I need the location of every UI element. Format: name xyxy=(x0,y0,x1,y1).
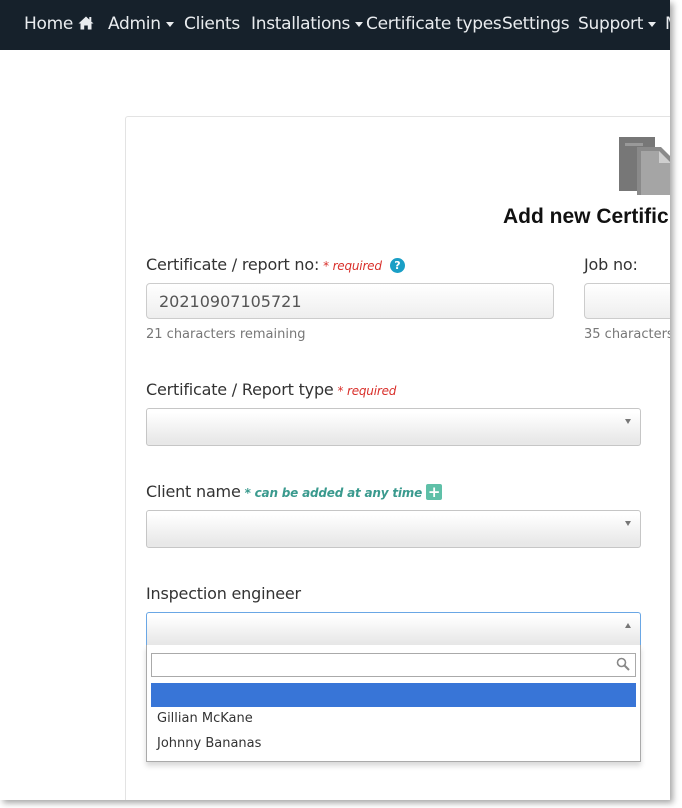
cert-type-select[interactable] xyxy=(146,408,641,446)
job-no-char-count: 35 characters xyxy=(584,327,670,342)
caret-down-icon xyxy=(165,21,174,27)
plus-square-icon[interactable]: + xyxy=(426,484,443,500)
cert-type-label: Certificate / Report type xyxy=(146,380,334,399)
chevron-down-icon xyxy=(625,521,631,526)
engineer-dropdown: Gillian McKane Johnny Bananas xyxy=(146,645,641,762)
dropdown-option[interactable]: Johnny Bananas xyxy=(151,732,636,756)
nav-support-label: Support xyxy=(578,14,644,34)
client-label: Client name xyxy=(146,482,241,501)
nav-home[interactable]: Home xyxy=(24,14,73,34)
dropdown-option[interactable] xyxy=(151,683,636,707)
home-icon[interactable] xyxy=(78,15,94,31)
cert-type-label-row: Certificate / Report type * required xyxy=(146,380,396,399)
nav-settings[interactable]: Settings xyxy=(502,14,570,34)
dropdown-option[interactable]: Gillian McKane xyxy=(151,707,636,731)
nav-admin[interactable]: Admin xyxy=(108,14,174,34)
engineer-search-input[interactable] xyxy=(151,653,636,677)
search-icon xyxy=(616,657,630,671)
chevron-down-icon xyxy=(625,419,631,424)
client-select[interactable] xyxy=(146,510,641,548)
nav-certificate-types[interactable]: Certificate types xyxy=(366,14,502,34)
nav-installations[interactable]: Installations xyxy=(251,14,364,34)
cert-no-input[interactable]: 20210907105721 xyxy=(146,283,554,319)
required-badge: * required xyxy=(337,384,397,398)
nav-installations-label: Installations xyxy=(251,14,351,34)
chevron-up-icon xyxy=(625,623,631,628)
nav-more[interactable]: M xyxy=(665,14,670,34)
question-circle-icon[interactable]: ? xyxy=(389,258,405,273)
caret-down-icon xyxy=(355,21,364,27)
client-note: * can be added at any time xyxy=(244,486,423,500)
engineer-select[interactable] xyxy=(146,612,641,646)
job-no-input[interactable] xyxy=(584,283,670,319)
page-title: Add new Certific xyxy=(503,205,669,228)
nav-clients[interactable]: Clients xyxy=(184,14,240,34)
top-navbar: Home Admin Clients Installations Certifi… xyxy=(0,0,670,50)
app-window: Home Admin Clients Installations Certifi… xyxy=(0,0,670,800)
caret-down-icon xyxy=(648,21,657,27)
nav-admin-label: Admin xyxy=(108,14,161,34)
cert-no-char-count: 21 characters remaining xyxy=(146,327,306,342)
cert-no-label: Certificate / report no: xyxy=(146,255,320,274)
nav-support[interactable]: Support xyxy=(578,14,657,34)
client-label-row: Client name * can be added at any time + xyxy=(146,482,443,501)
cert-no-label-row: Certificate / report no: * required? xyxy=(146,255,405,274)
required-badge: * required xyxy=(323,259,382,273)
job-no-label: Job no: xyxy=(584,255,638,274)
engineer-label: Inspection engineer xyxy=(146,584,301,603)
document-icon xyxy=(619,137,670,195)
